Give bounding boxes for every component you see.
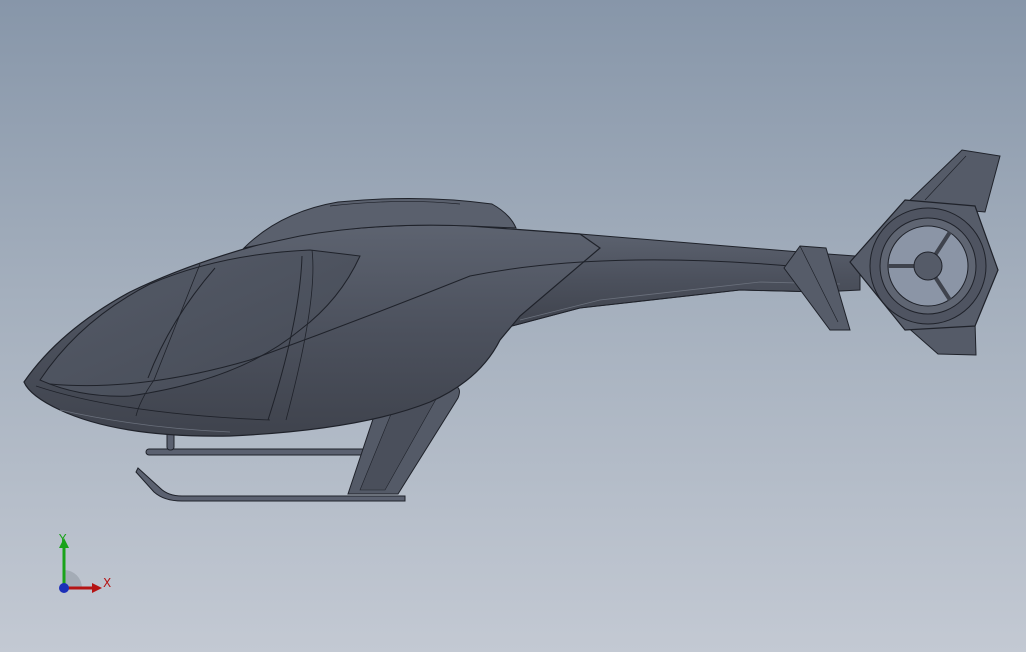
graphics-viewport[interactable]: Y X (0, 0, 1026, 652)
x-axis-label: X (103, 576, 112, 590)
helicopter-model[interactable] (0, 0, 1026, 652)
coordinate-triad: Y X (46, 528, 126, 608)
axis-triad-icon (59, 538, 102, 593)
fenestron-tail-rotor[interactable] (849, 199, 999, 331)
y-axis-label: Y (59, 532, 67, 546)
